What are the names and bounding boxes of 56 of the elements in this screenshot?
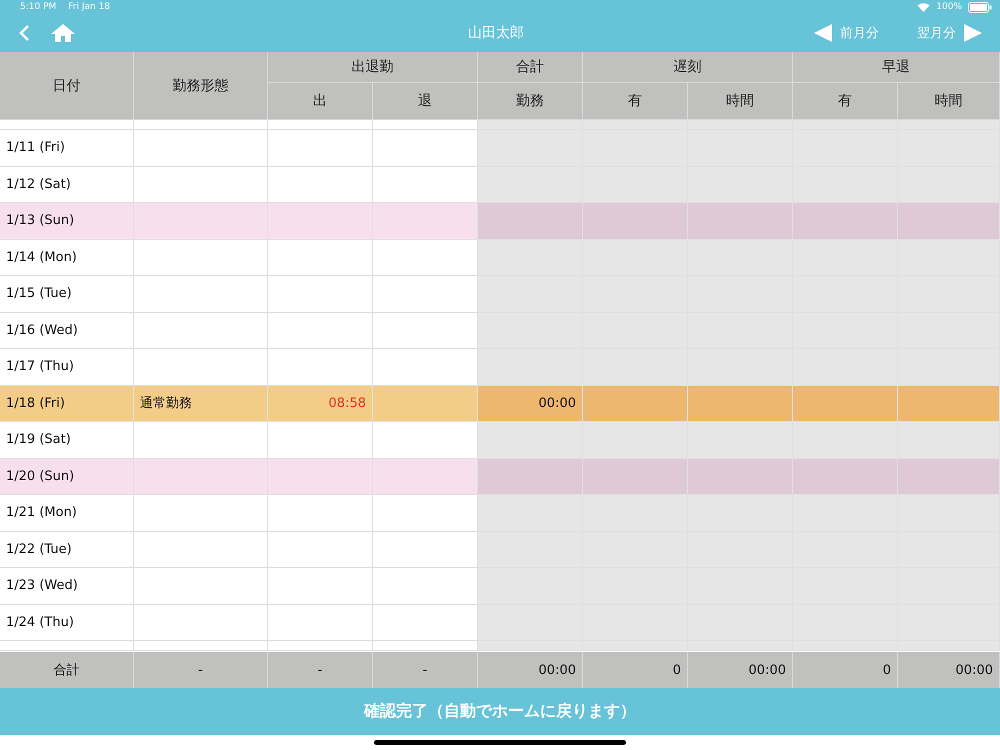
table-row[interactable]: 1/22 (Tue) — [0, 532, 1000, 568]
table-row[interactable]: 1/19 (Sat) — [0, 422, 1000, 458]
page-title: 山田太郎 — [467, 24, 525, 42]
date-cell: 1/15 (Tue) — [6, 286, 72, 302]
chevron-left-icon — [18, 24, 30, 42]
status-date: Fri Jan 18 — [68, 2, 110, 12]
table-row[interactable]: 1/23 (Wed) — [0, 568, 1000, 604]
table-row[interactable]: 1/15 (Tue) — [0, 276, 1000, 312]
date-cell: 1/13 (Sun) — [6, 213, 74, 228]
triangle-right-icon — [964, 24, 982, 42]
date-cell: 1/19 (Sat) — [6, 432, 71, 448]
date-cell: 1/20 (Sun) — [6, 468, 74, 484]
home-button[interactable] — [50, 23, 76, 43]
table-cell: 08:58 — [328, 396, 366, 411]
column-group-header: 早退 — [793, 52, 1000, 83]
date-cell: 1/17 (Thu) — [6, 359, 74, 374]
column-group-header: 出退勤 — [268, 52, 478, 83]
table-row[interactable]: 1/12 (Sat) — [0, 166, 1000, 203]
date-cell: 1/22 (Tue) — [6, 542, 72, 557]
table-row[interactable]: 1/11 (Fri) — [0, 130, 1000, 166]
total-cell: - — [198, 662, 203, 678]
table-cell-text: 通常勤務 — [140, 395, 192, 412]
back-button[interactable] — [18, 24, 30, 42]
date-cell: 1/11 (Fri) — [6, 140, 65, 156]
date-cell: 1/23 (Wed) — [6, 578, 78, 594]
column-group-header: 合計 — [478, 52, 583, 83]
total-cell: - — [318, 662, 322, 678]
wifi-icon — [917, 2, 930, 12]
table-row[interactable]: 1/16 (Wed) — [0, 312, 1000, 349]
total-cell: 00:00 — [538, 662, 576, 678]
total-cell: 00:00 — [956, 662, 993, 678]
table-row[interactable]: 1/20 (Sun) — [0, 458, 1000, 495]
status-time: 5:10 PM — [20, 2, 56, 12]
date-cell: 1/14 (Mon) — [6, 250, 77, 265]
table-row[interactable]: 1/18 (Fri) 通常勤務 08:58 00:00 — [0, 386, 1000, 422]
table-row[interactable]: 1/13 (Sun) — [0, 203, 1000, 240]
table-cell: 00:00 — [538, 396, 576, 411]
total-cell: 0 — [672, 662, 681, 678]
date-cell: 1/16 (Wed) — [6, 322, 78, 338]
total-cell: - — [422, 662, 428, 678]
total-cell: 0 — [882, 662, 891, 678]
date-cell: 1/24 (Thu) — [6, 614, 74, 630]
battery-icon — [968, 2, 992, 12]
table-row[interactable]: 1/24 (Thu) — [0, 604, 1000, 641]
table-row[interactable]: 1/17 (Thu) — [0, 349, 1000, 386]
total-cell: 00:00 — [748, 662, 786, 678]
table-row[interactable]: 1/14 (Mon) — [0, 240, 1000, 276]
totals-label: 合計 — [54, 662, 80, 679]
date-cell: 1/12 (Sat) — [6, 176, 71, 192]
triangle-left-icon — [814, 24, 832, 42]
column-group-header: 遅刻 — [583, 52, 793, 83]
date-cell: 1/21 (Mon) — [6, 505, 77, 520]
battery-percent: 100% — [936, 2, 962, 12]
home-icon — [50, 23, 76, 43]
date-cell: 1/18 (Fri) — [6, 396, 65, 411]
table-row[interactable]: 1/21 (Mon) — [0, 495, 1000, 532]
